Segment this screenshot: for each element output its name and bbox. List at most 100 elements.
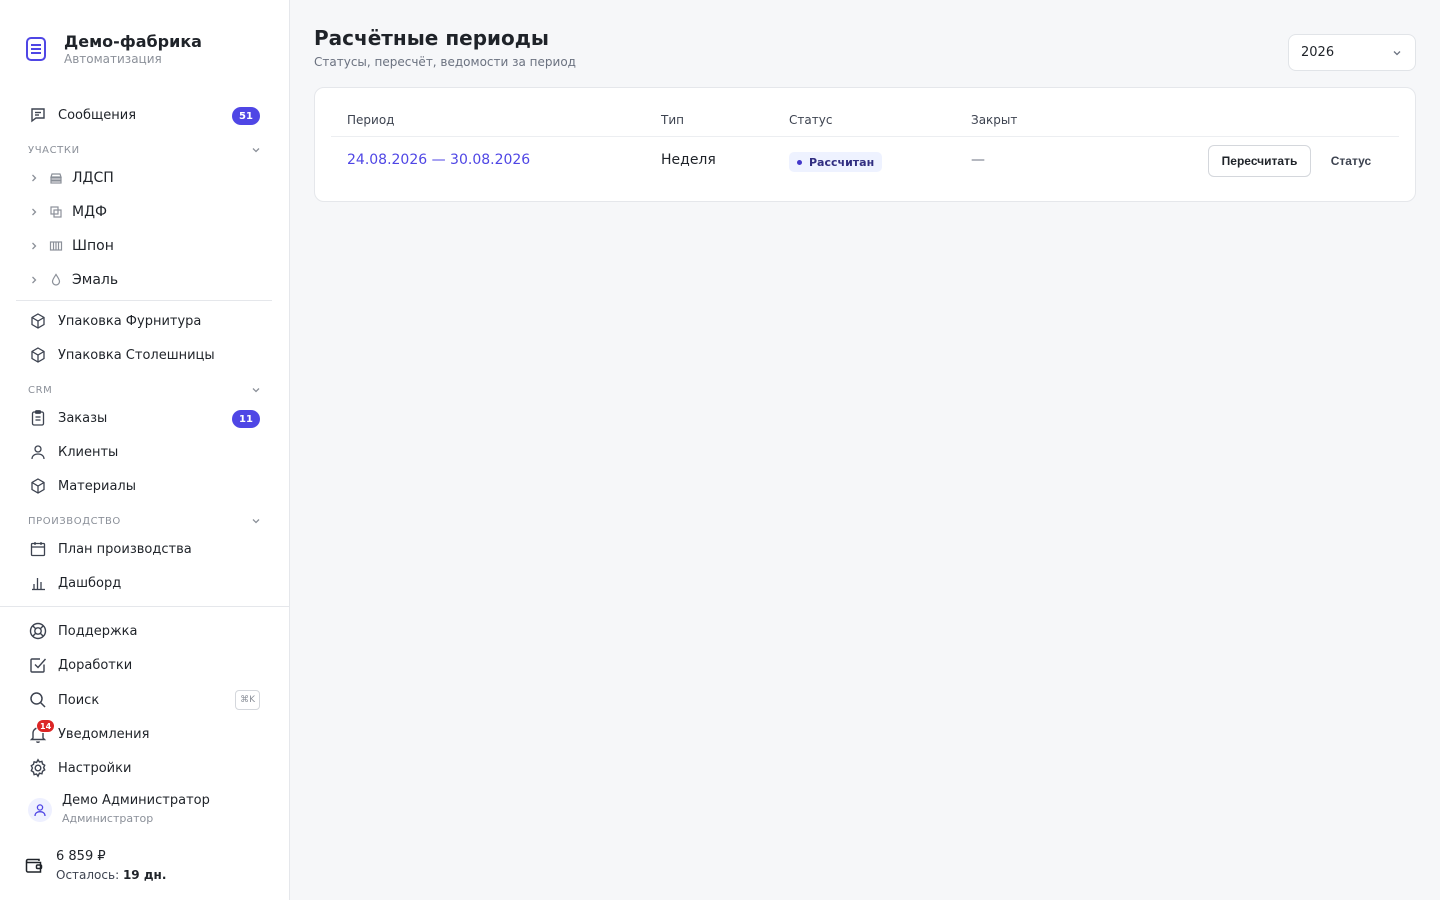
sidebar-item-label: Дашборд (58, 575, 122, 591)
sidebar-item-materials[interactable]: Материалы (16, 471, 272, 501)
section-participants[interactable]: Участки (28, 143, 262, 157)
user-name: Демо Администратор (62, 793, 210, 808)
sidebar-item-messages[interactable]: Сообщения 51 (16, 100, 272, 130)
brand-subtitle: Автоматизация (64, 52, 162, 66)
sidebar-item-label: Заказы (58, 410, 108, 426)
chevron-right-icon[interactable] (28, 206, 40, 218)
section-crm[interactable]: CRM (28, 383, 262, 397)
box-icon (28, 345, 48, 365)
brand-logo-icon (24, 35, 48, 63)
clipboard-icon (28, 408, 48, 428)
sidebar-item-label: Поддержка (58, 623, 138, 639)
drop-icon (46, 270, 66, 290)
wallet-days-left: Осталось: 19 дн. (56, 866, 166, 884)
sidebar-item-label: ЛДСП (72, 170, 114, 186)
box-icon (28, 311, 48, 331)
column-header-type[interactable]: Тип (661, 113, 684, 127)
messages-badge: 51 (232, 107, 260, 125)
status-button[interactable]: Статус (1320, 145, 1382, 177)
checkbox-icon (28, 655, 48, 675)
table-header-divider (331, 136, 1399, 137)
gear-icon (28, 758, 48, 778)
status-badge-label: Рассчитан (809, 155, 875, 169)
brand[interactable]: Демо-фабрика Автоматизация (24, 32, 202, 66)
chevron-down-icon (1391, 47, 1403, 59)
page-title: Расчётные периоды (314, 26, 550, 50)
status-badge: Рассчитан (789, 152, 883, 172)
sidebar-item-label: Эмаль (72, 272, 119, 288)
sidebar-item-ldsp[interactable]: ЛДСП (16, 163, 272, 193)
wallet-icon (24, 856, 44, 876)
year-select-value: 2026 (1301, 45, 1335, 60)
box-icon (28, 476, 48, 496)
wallet-left-label: Осталось: (56, 868, 120, 882)
page-subtitle: Статусы, пересчёт, ведомости за период (314, 55, 576, 69)
sidebar-item-label: Шпон (72, 238, 114, 254)
wallet-amount: 6 859 ₽ (56, 849, 106, 864)
period-closed: — (971, 152, 985, 168)
chevron-right-icon[interactable] (28, 274, 40, 286)
calendar-icon (28, 539, 48, 559)
periods-table-card: Период Тип Статус Закрыт 24.08.2026 — 30… (314, 87, 1416, 202)
search-shortcut: ⌘K (235, 690, 260, 710)
lifebuoy-icon (28, 621, 48, 641)
sidebar-item-settings[interactable]: Настройки (16, 753, 272, 783)
divider (16, 300, 272, 301)
sidebar-item-orders[interactable]: Заказы 11 (16, 403, 272, 433)
user-profile[interactable]: Демо Администратор Администратор (28, 792, 210, 828)
veneer-icon (46, 236, 66, 256)
user-icon (28, 442, 48, 462)
chevron-right-icon[interactable] (28, 172, 40, 184)
wallet-balance[interactable]: 6 859 ₽ Осталось: 19 дн. (24, 848, 166, 884)
avatar (28, 798, 52, 822)
divider (0, 606, 290, 607)
section-title: Участки (28, 144, 80, 156)
brand-name: Демо-фабрика (64, 32, 202, 51)
sidebar-item-clients[interactable]: Клиенты (16, 437, 272, 467)
sidebar-item-production-plan[interactable]: План производства (16, 534, 272, 564)
sidebar-item-mdf[interactable]: МДФ (16, 197, 272, 227)
period-link[interactable]: 24.08.2026 — 30.08.2026 (347, 152, 530, 168)
section-title: Производство (28, 515, 121, 527)
section-title: CRM (28, 384, 53, 396)
chevron-down-icon[interactable] (250, 515, 262, 527)
year-select[interactable]: 2026 (1288, 34, 1416, 71)
sidebar-item-packaging-countertops[interactable]: Упаковка Столешницы (16, 340, 272, 370)
notifications-badge: 14 (36, 719, 56, 733)
sidebar-item-label: Клиенты (58, 444, 119, 460)
message-icon (28, 105, 48, 125)
sidebar-item-search[interactable]: Поиск ⌘K (16, 685, 272, 715)
column-header-period[interactable]: Период (347, 113, 394, 127)
sidebar-item-veneer[interactable]: Шпон (16, 231, 272, 261)
section-production[interactable]: Производство (28, 514, 262, 528)
bar-chart-icon (28, 573, 48, 593)
period-type: Неделя (661, 152, 716, 168)
sidebar-item-label: Настройки (58, 760, 132, 776)
sidebar-item-label: Материалы (58, 478, 136, 494)
user-role: Администратор (62, 812, 154, 825)
chevron-down-icon[interactable] (250, 144, 262, 156)
sidebar-item-improvements[interactable]: Доработки (16, 650, 272, 680)
recalculate-button[interactable]: Пересчитать (1208, 145, 1311, 177)
sidebar-item-label: Упаковка Фурнитура (58, 313, 202, 329)
column-header-status[interactable]: Статус (789, 113, 832, 127)
sidebar-item-label: Упаковка Столешницы (58, 347, 215, 363)
sidebar-item-packaging-fittings[interactable]: Упаковка Фурнитура (16, 306, 272, 336)
orders-badge: 11 (232, 410, 260, 428)
sidebar-item-label: Поиск (58, 692, 100, 708)
copy-icon (46, 202, 66, 222)
sidebar: Демо-фабрика Автоматизация Сообщения 51 … (0, 0, 290, 900)
search-icon (28, 690, 48, 710)
chevron-right-icon[interactable] (28, 240, 40, 252)
sidebar-item-label: Доработки (58, 657, 133, 673)
sidebar-item-dashboard[interactable]: Дашборд (16, 568, 272, 598)
sidebar-item-label: Сообщения (58, 107, 137, 123)
column-header-closed[interactable]: Закрыт (971, 113, 1017, 127)
sidebar-item-label: План производства (58, 541, 192, 557)
sidebar-item-label: Уведомления (58, 726, 150, 742)
chevron-down-icon[interactable] (250, 384, 262, 396)
sidebar-item-support[interactable]: Поддержка (16, 616, 272, 646)
layers-icon (46, 168, 66, 188)
sidebar-item-enamel[interactable]: Эмаль (16, 265, 272, 295)
wallet-left-value: 19 дн. (122, 868, 167, 882)
